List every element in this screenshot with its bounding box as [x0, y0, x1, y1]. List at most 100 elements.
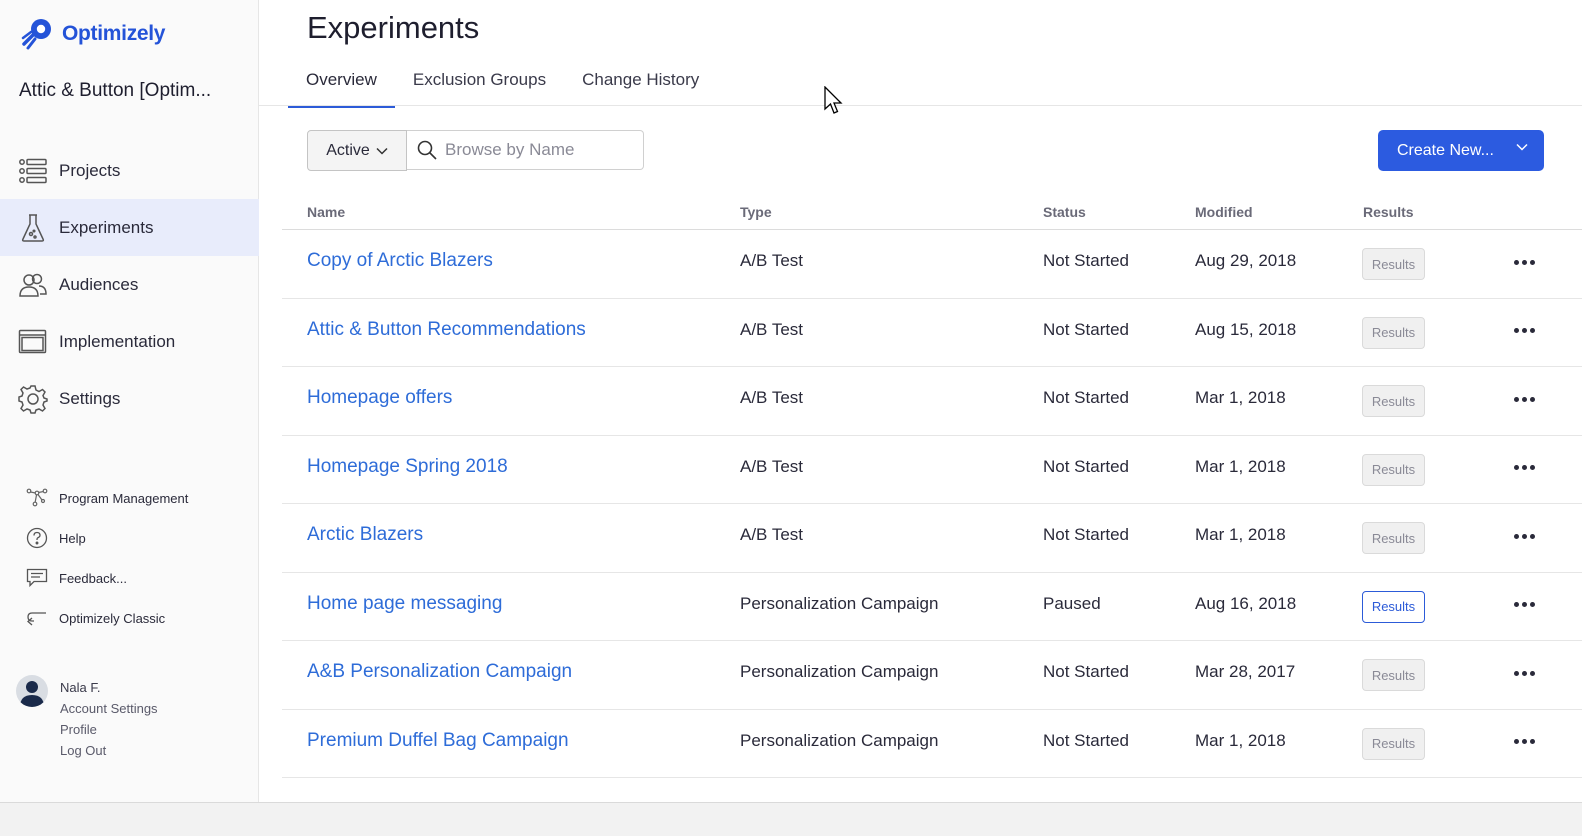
page-title: Experiments [307, 10, 480, 45]
return-icon [26, 607, 48, 629]
table-header: Name Type Status Modified Results [282, 194, 1582, 230]
experiment-status: Not Started [1043, 456, 1129, 476]
table-row: Home page messaging Personalization Campa… [282, 573, 1582, 641]
results-button[interactable]: Results [1362, 316, 1425, 349]
account-name[interactable]: Attic & Button [Optim... [19, 80, 211, 102]
optimizely-logo[interactable]: Optimizely [20, 16, 166, 52]
nav-item-settings[interactable]: Settings [0, 370, 259, 427]
search-input[interactable] [445, 140, 635, 160]
nav-item-projects[interactable]: Projects [0, 142, 259, 199]
experiment-name-link[interactable]: Homepage Spring 2018 [307, 456, 508, 478]
experiment-status: Paused [1043, 593, 1101, 613]
more-options-icon[interactable] [1512, 732, 1536, 752]
sec-item-label: Feedback... [59, 570, 127, 586]
more-options-icon[interactable] [1512, 458, 1536, 478]
results-button[interactable]: Results [1362, 727, 1425, 760]
column-header-type[interactable]: Type [740, 204, 772, 220]
experiment-type: Personalization Campaign [740, 662, 939, 681]
table-row: Homepage offers A/B Test Not Started Mar 1,… [282, 367, 1582, 436]
column-header-status[interactable]: Status [1043, 204, 1086, 220]
status-filter-dropdown[interactable]: Active [307, 130, 407, 171]
tab-change-history[interactable]: Change History [564, 60, 717, 108]
table-row: Homepage Spring 2018 A/B Test Not Started M… [282, 436, 1582, 504]
flask-icon [18, 213, 48, 243]
results-button[interactable]: Results [1362, 522, 1425, 554]
results-button[interactable]: Results [1362, 453, 1425, 486]
secondary-nav: Program Management Help Feedback... Opti… [0, 478, 259, 638]
tab-overview[interactable]: Overview [288, 60, 395, 108]
sec-item-label: Optimizely Classic [59, 610, 166, 626]
tabs: Overview Exclusion Groups Change History [288, 60, 717, 108]
experiment-type: Personalization Campaign [740, 730, 939, 750]
results-button[interactable]: Results [1362, 659, 1425, 691]
people-icon [18, 270, 48, 300]
create-new-label: Create New... [1397, 141, 1494, 159]
experiment-status: Not Started [1043, 388, 1129, 407]
window-icon [18, 327, 48, 357]
avatar[interactable] [16, 675, 48, 707]
experiment-name-link[interactable]: Attic & Button Recommendations [307, 319, 586, 341]
results-button[interactable]: Results [1362, 385, 1425, 417]
experiment-modified-date: Mar 1, 2018 [1195, 388, 1286, 407]
tab-exclusion-groups[interactable]: Exclusion Groups [395, 60, 564, 108]
sidebar: Optimizely Attic & Button [Optim... Proj… [0, 0, 259, 802]
create-new-button[interactable]: Create New... [1378, 130, 1544, 171]
list-icon [18, 156, 48, 186]
nav-item-program-management[interactable]: Program Management [0, 478, 259, 518]
search-box [407, 130, 644, 170]
log-out-link[interactable]: Log Out [60, 740, 158, 761]
account-settings-link[interactable]: Account Settings [60, 698, 158, 719]
experiment-type: A/B Test [740, 319, 803, 339]
table-row: A&B Personalization Campaign Personalizat… [282, 641, 1582, 710]
feedback-icon [26, 567, 48, 589]
experiment-name-link[interactable]: Copy of Arctic Blazers [307, 250, 493, 272]
experiment-status: Not Started [1043, 525, 1129, 544]
status-filter-value: Active [326, 141, 370, 159]
experiment-type: Personalization Campaign [740, 593, 939, 613]
experiment-name-link[interactable]: Home page messaging [307, 593, 502, 615]
experiment-status: Not Started [1043, 730, 1129, 750]
more-options-icon[interactable] [1512, 663, 1536, 683]
filter-bar: Active [307, 130, 644, 171]
nav-item-label: Settings [59, 388, 121, 408]
experiment-name-link[interactable]: A&B Personalization Campaign [307, 661, 572, 683]
experiment-name-link[interactable]: Premium Duffel Bag Campaign [307, 730, 569, 752]
more-options-icon[interactable] [1512, 389, 1536, 409]
experiment-type: A/B Test [740, 388, 803, 407]
divider [259, 105, 1582, 106]
nav-item-feedback[interactable]: Feedback... [0, 558, 259, 598]
experiment-status: Not Started [1043, 662, 1129, 681]
more-options-icon[interactable] [1512, 252, 1536, 272]
search-icon [417, 140, 437, 160]
column-header-name[interactable]: Name [307, 204, 345, 220]
chevron-down-icon [376, 147, 388, 155]
network-icon [26, 487, 48, 509]
results-button[interactable]: Results [1362, 590, 1425, 623]
sec-item-label: Program Management [59, 490, 189, 506]
help-icon [26, 527, 48, 549]
experiment-type: A/B Test [740, 456, 803, 476]
experiment-name-link[interactable]: Homepage offers [307, 387, 452, 409]
nav-item-label: Projects [59, 160, 121, 180]
nav-item-help[interactable]: Help [0, 518, 259, 558]
table-row: Arctic Blazers A/B Test Not Started Mar 1, … [282, 504, 1582, 573]
nav-item-label: Audiences [59, 274, 139, 294]
nav-item-experiments[interactable]: Experiments [0, 199, 259, 256]
experiment-modified-date: Aug 15, 2018 [1195, 319, 1297, 339]
more-options-icon[interactable] [1512, 595, 1536, 615]
nav-item-implementation[interactable]: Implementation [0, 313, 259, 370]
nav-item-audiences[interactable]: Audiences [0, 256, 259, 313]
brand-name: Optimizely [62, 22, 166, 45]
experiment-name-link[interactable]: Arctic Blazers [307, 524, 423, 546]
nav-item-label: Implementation [59, 331, 176, 351]
sec-item-label: Help [59, 530, 86, 546]
experiment-modified-date: Aug 16, 2018 [1195, 593, 1297, 613]
column-header-results: Results [1363, 204, 1414, 220]
column-header-modified[interactable]: Modified [1195, 204, 1253, 220]
more-options-icon[interactable] [1512, 321, 1536, 341]
profile-link[interactable]: Profile [60, 719, 158, 740]
nav-item-optimizely-classic[interactable]: Optimizely Classic [0, 598, 259, 638]
user-menu: Nala F. Account Settings Profile Log Out [16, 675, 158, 761]
results-button[interactable]: Results [1362, 248, 1425, 280]
more-options-icon[interactable] [1512, 526, 1536, 546]
